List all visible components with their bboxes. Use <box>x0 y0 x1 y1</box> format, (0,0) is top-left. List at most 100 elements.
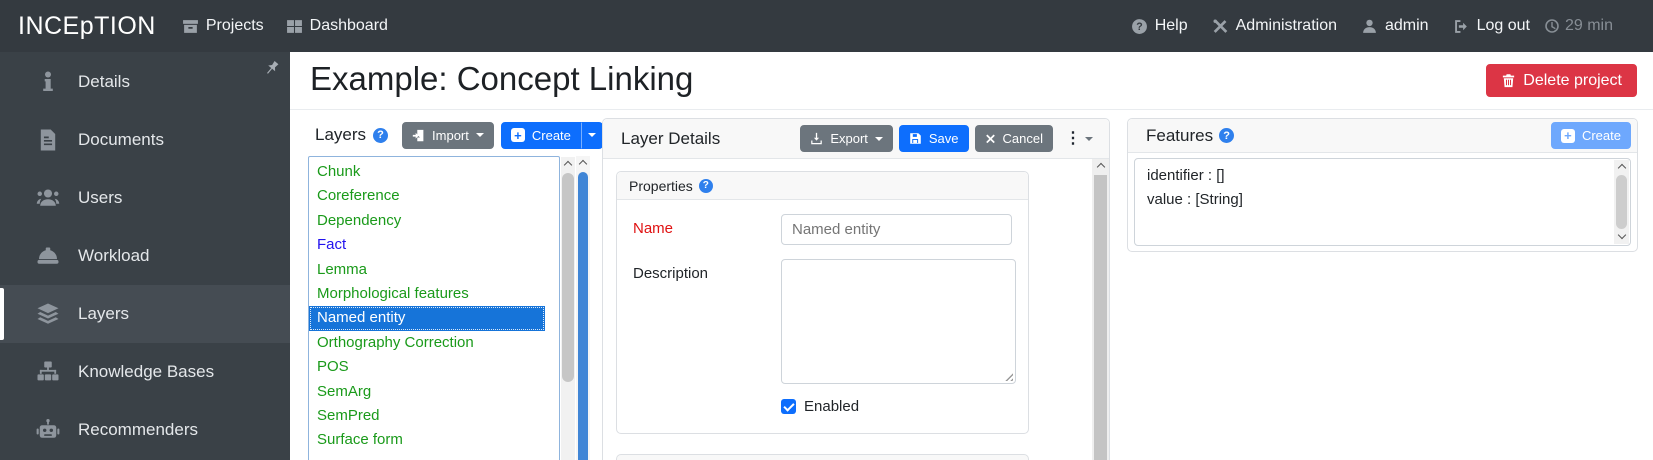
feature-option[interactable]: identifier : [] <box>1135 164 1630 188</box>
sidebar-item-icon <box>36 186 60 210</box>
scrollbar-thumb[interactable] <box>578 172 588 460</box>
navbar-link-label: Administration <box>1236 17 1337 35</box>
enabled-checkbox[interactable] <box>781 399 796 414</box>
help-icon <box>699 179 713 193</box>
layers-panel-scrollbar[interactable] <box>576 156 590 460</box>
export-button[interactable]: Export <box>800 125 893 152</box>
features-panel: Features + Create identifier : []value :… <box>1127 118 1638 252</box>
sidebar-item[interactable]: Recommenders <box>0 401 290 459</box>
app-brand[interactable]: INCEpTION <box>18 12 156 41</box>
scroll-up-icon[interactable] <box>1096 163 1104 171</box>
close-icon <box>985 133 996 144</box>
features-scrollbar[interactable] <box>1614 160 1629 244</box>
navbar-link[interactable]: Administration <box>1212 17 1337 35</box>
scroll-down-icon[interactable] <box>1617 231 1625 239</box>
scroll-up-icon[interactable] <box>564 161 572 169</box>
create-feature-button[interactable]: + Create <box>1551 122 1631 149</box>
delete-project-button[interactable]: Delete project <box>1486 64 1637 97</box>
cancel-label: Cancel <box>1003 131 1043 146</box>
navbar-link[interactable]: admin <box>1361 17 1429 35</box>
navbar-link-icon <box>1212 18 1229 35</box>
scroll-up-icon[interactable] <box>1617 164 1625 172</box>
layer-option[interactable]: SemPred <box>309 404 559 428</box>
download-icon <box>810 132 823 145</box>
chevron-down-icon <box>1085 137 1093 141</box>
help-icon <box>1219 128 1234 143</box>
plus-icon: + <box>1561 129 1575 143</box>
layer-option[interactable]: Dependency <box>309 209 559 233</box>
session-timer-label: 29 min <box>1565 17 1613 35</box>
navbar-link[interactable]: Log out <box>1453 17 1530 35</box>
features-listbox: identifier : []value : [String] <box>1134 158 1631 246</box>
features-title: Features <box>1146 126 1213 146</box>
feature-option[interactable]: value : [String] <box>1135 188 1630 212</box>
description-field-row: Description <box>633 259 1012 384</box>
create-layer-button[interactable]: + Create <box>501 122 581 149</box>
sidebar-item[interactable]: Workload <box>0 227 290 285</box>
trash-icon <box>1501 73 1516 88</box>
more-actions-menu[interactable]: ⋮ <box>1059 129 1099 149</box>
layer-option[interactable]: Chunk <box>309 160 559 184</box>
file-import-icon <box>412 129 425 142</box>
sidebar-item-label: Layers <box>78 304 129 324</box>
name-field-row: Name <box>633 214 1012 245</box>
navbar-link-label: Projects <box>206 17 264 35</box>
name-label: Name <box>633 214 781 245</box>
sidebar-item-icon <box>36 70 60 94</box>
description-label: Description <box>633 259 781 384</box>
layer-details-scrollbar[interactable] <box>1092 159 1109 460</box>
top-navbar: INCEpTION Projects Dashboard Help Admini… <box>0 0 1653 52</box>
layer-details-body: Properties Name Description <box>603 159 1109 460</box>
navbar-link[interactable]: Dashboard <box>286 17 388 35</box>
layer-option[interactable]: Morphological features <box>309 282 559 306</box>
page-title: Example: Concept Linking <box>310 60 693 98</box>
layer-option[interactable]: Coreference <box>309 184 559 208</box>
session-timer: 29 min <box>1544 17 1613 35</box>
sidebar-item-label: Knowledge Bases <box>78 362 214 382</box>
scrollbar-thumb[interactable] <box>562 173 574 382</box>
layers-panel-title: Layers <box>315 125 366 145</box>
create-layer-split-button: + Create <box>501 122 603 149</box>
project-sidebar: Details Documents Users Workload Layers … <box>0 52 290 460</box>
layer-option[interactable]: Named entity <box>309 306 545 330</box>
save-button[interactable]: Save <box>899 125 969 152</box>
navbar-link-label: admin <box>1385 17 1429 35</box>
chevron-down-icon <box>588 133 596 137</box>
navbar-link-icon <box>1453 18 1470 35</box>
layer-details-title: Layer Details <box>621 129 720 149</box>
enabled-label: Enabled <box>804 398 859 415</box>
scrollbar-thumb[interactable] <box>1094 175 1107 460</box>
layers-listbox-scrollbar[interactable] <box>561 157 575 460</box>
sidebar-item[interactable]: Users <box>0 169 290 227</box>
navbar-link-icon <box>1131 18 1148 35</box>
layer-option[interactable]: POS <box>309 355 559 379</box>
sidebar-item-label: Users <box>78 188 122 208</box>
layer-option[interactable]: SemArg <box>309 380 559 404</box>
scrollbar-thumb[interactable] <box>1616 175 1627 229</box>
navbar-link-icon <box>286 18 303 35</box>
layer-name-input[interactable] <box>781 214 1012 245</box>
layer-option[interactable]: Fact <box>309 233 559 257</box>
sidebar-item-icon <box>36 418 60 442</box>
sidebar-item[interactable]: Knowledge Bases <box>0 343 290 401</box>
sidebar-item[interactable]: Documents <box>0 111 290 169</box>
navbar-link-icon <box>1361 18 1378 35</box>
scroll-up-icon[interactable] <box>579 160 587 168</box>
layer-option[interactable]: Orthography Correction <box>309 331 559 355</box>
sidebar-item[interactable]: Layers <box>0 285 290 343</box>
cancel-button[interactable]: Cancel <box>975 125 1053 152</box>
create-label: Create <box>532 128 571 143</box>
import-layer-button[interactable]: Import <box>402 122 494 149</box>
create-layer-dropdown-toggle[interactable] <box>581 122 603 149</box>
layer-option[interactable]: Lemma <box>309 258 559 282</box>
layer-description-textarea[interactable] <box>781 259 1016 384</box>
layer-option[interactable]: Surface form <box>309 428 559 452</box>
sidebar-item[interactable]: Details <box>0 53 290 111</box>
sidebar-item-icon <box>36 360 60 384</box>
navbar-link[interactable]: Help <box>1131 17 1188 35</box>
navbar-link[interactable]: Projects <box>182 17 264 35</box>
chevron-down-icon <box>476 133 484 137</box>
create-feature-label: Create <box>1582 128 1621 143</box>
page-header: Example: Concept Linking Delete project <box>290 52 1653 110</box>
save-icon <box>909 132 922 145</box>
